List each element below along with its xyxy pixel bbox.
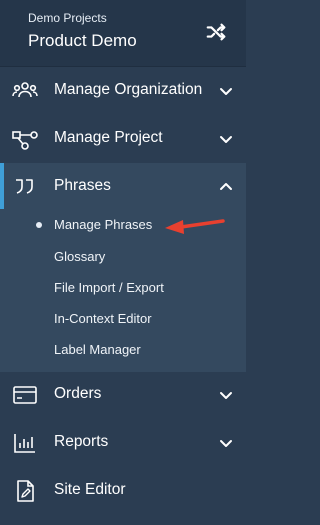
nav-label: Manage Project bbox=[54, 129, 163, 146]
bar-chart-icon bbox=[14, 434, 35, 453]
chevron-down-icon bbox=[220, 88, 232, 95]
nav-label: Manage Organization bbox=[54, 81, 203, 98]
subnav-label-manager[interactable]: Label Manager bbox=[54, 342, 141, 357]
people-icon bbox=[12, 82, 38, 98]
chevron-down-icon bbox=[220, 440, 232, 447]
quote-icon bbox=[16, 179, 33, 194]
nav-label: Orders bbox=[54, 385, 102, 402]
nav-manage-project[interactable]: Manage Project bbox=[0, 115, 246, 163]
shuffle-icon[interactable] bbox=[205, 21, 227, 43]
edit-document-icon bbox=[17, 480, 34, 502]
project-header[interactable]: Demo Projects Product Demo bbox=[0, 0, 246, 66]
nav-label: Reports bbox=[54, 433, 109, 450]
nav-manage-organization[interactable]: Manage Organization bbox=[0, 67, 246, 115]
nav-label: Site Editor bbox=[54, 481, 126, 498]
subnav-manage-phrases[interactable]: Manage Phrases bbox=[54, 217, 152, 232]
nav-reports[interactable]: Reports bbox=[0, 419, 246, 467]
chevron-down-icon bbox=[220, 392, 232, 399]
annotation-arrow-icon bbox=[165, 219, 225, 234]
project-title: Product Demo bbox=[28, 31, 137, 50]
workflow-icon bbox=[12, 131, 38, 150]
subnav-in-context-editor[interactable]: In-Context Editor bbox=[54, 311, 152, 326]
nav-label: Phrases bbox=[54, 177, 111, 194]
chevron-up-icon bbox=[220, 183, 232, 190]
subnav-file-import-export[interactable]: File Import / Export bbox=[54, 280, 164, 295]
subnav-glossary[interactable]: Glossary bbox=[54, 249, 105, 264]
nav-phrases[interactable]: Phrases bbox=[0, 163, 246, 211]
nav-site-editor[interactable]: Site Editor bbox=[0, 467, 246, 515]
active-bullet bbox=[36, 222, 42, 228]
chevron-down-icon bbox=[220, 136, 232, 143]
project-group-label: Demo Projects bbox=[28, 11, 107, 25]
nav-orders[interactable]: Orders bbox=[0, 371, 246, 419]
credit-card-icon bbox=[13, 386, 37, 404]
